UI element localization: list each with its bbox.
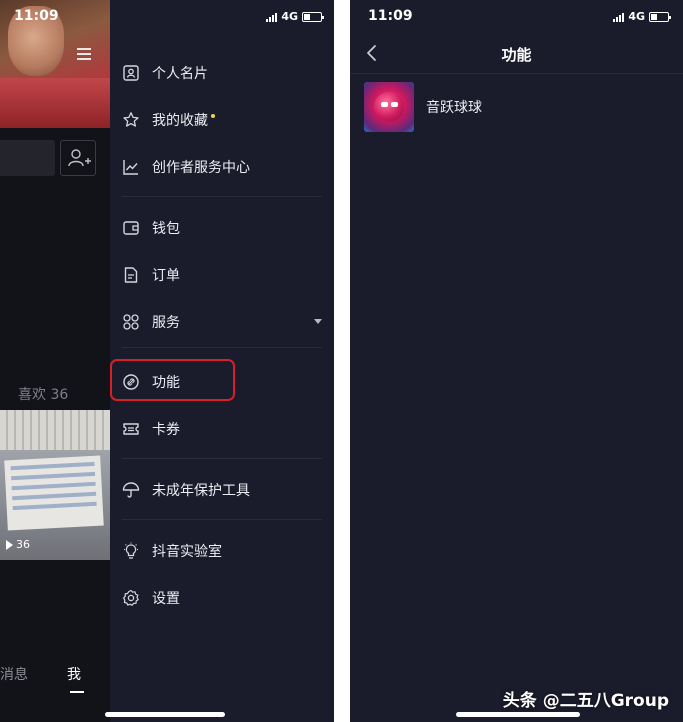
feature-item-yinyue-qiuqiu[interactable]: 音跃球球	[364, 82, 482, 132]
header-divider	[350, 73, 683, 74]
menu-divider	[122, 347, 322, 348]
right-phone-screen: 11:09 4G 功能 音跃球球	[350, 0, 683, 722]
game-app-icon	[364, 82, 414, 132]
status-indicators: 4G	[613, 10, 671, 23]
menu-item-coupons[interactable]: 卡券	[122, 417, 322, 441]
feature-item-label: 音跃球球	[426, 100, 482, 116]
bulb-icon	[122, 542, 140, 560]
chart-icon	[122, 158, 140, 176]
menu-item-business-card[interactable]: 个人名片	[122, 61, 322, 85]
menu-label: 服务	[152, 315, 180, 331]
menu-item-wallet[interactable]: 钱包	[122, 216, 322, 240]
profile-edit-button[interactable]	[0, 140, 55, 176]
add-friend-icon	[68, 149, 91, 167]
tab-active-indicator	[70, 691, 84, 693]
battery-icon	[649, 11, 671, 22]
watermark: 头条 @二五八Group	[502, 691, 669, 711]
menu-item-minor-protection[interactable]: 未成年保护工具	[122, 478, 322, 502]
menu-divider	[122, 196, 322, 197]
order-icon	[122, 266, 140, 284]
menu-item-lab[interactable]: 抖音实验室	[122, 539, 322, 563]
add-friend-button[interactable]	[60, 140, 96, 176]
play-count: 36	[6, 538, 30, 551]
menu-label: 创作者服务中心	[152, 160, 250, 176]
menu-label: 设置	[152, 591, 180, 607]
likes-tab[interactable]: 喜欢 36	[18, 384, 68, 404]
tab-me[interactable]: 我	[67, 664, 81, 684]
menu-item-favorites[interactable]: 我的收藏	[122, 108, 322, 132]
menu-label: 订单	[152, 268, 180, 284]
menu-divider	[122, 458, 322, 459]
menu-label: 个人名片	[152, 66, 208, 82]
menu-label: 抖音实验室	[152, 544, 222, 560]
grid-icon	[122, 313, 140, 331]
menu-item-orders[interactable]: 订单	[122, 263, 322, 287]
page-title: 功能	[501, 46, 532, 64]
left-phone-screen: 11:09 喜欢 36 36 消息 我 4G 个人名片 我的收藏 创作者服务中心…	[0, 0, 334, 722]
status-indicators: 4G	[266, 10, 324, 23]
ticket-icon	[122, 420, 140, 438]
menu-divider	[122, 519, 322, 520]
star-icon	[122, 111, 140, 129]
status-time: 11:09	[14, 8, 59, 24]
wallet-icon	[122, 219, 140, 237]
menu-label: 未成年保护工具	[152, 483, 250, 499]
contact-card-icon	[122, 64, 140, 82]
features-highlight-box	[110, 359, 235, 401]
new-badge-dot	[211, 114, 215, 118]
menu-item-settings[interactable]: 设置	[122, 586, 322, 610]
menu-label: 我的收藏	[152, 113, 208, 129]
status-time: 11:09	[368, 8, 413, 24]
gear-icon	[122, 589, 140, 607]
chevron-down-icon[interactable]	[314, 319, 322, 324]
menu-item-creator-center[interactable]: 创作者服务中心	[122, 155, 322, 179]
menu-item-services[interactable]: 服务	[122, 310, 322, 334]
battery-icon	[302, 11, 324, 22]
play-icon	[6, 539, 13, 550]
tab-messages[interactable]: 消息	[0, 664, 28, 684]
signal-icon	[613, 12, 625, 22]
hamburger-menu-icon[interactable]	[77, 48, 91, 60]
menu-label: 卡券	[152, 422, 180, 438]
umbrella-icon	[122, 481, 140, 499]
home-indicator[interactable]	[456, 712, 580, 717]
menu-label: 钱包	[152, 221, 180, 237]
home-indicator[interactable]	[105, 712, 225, 717]
signal-icon	[266, 12, 278, 22]
